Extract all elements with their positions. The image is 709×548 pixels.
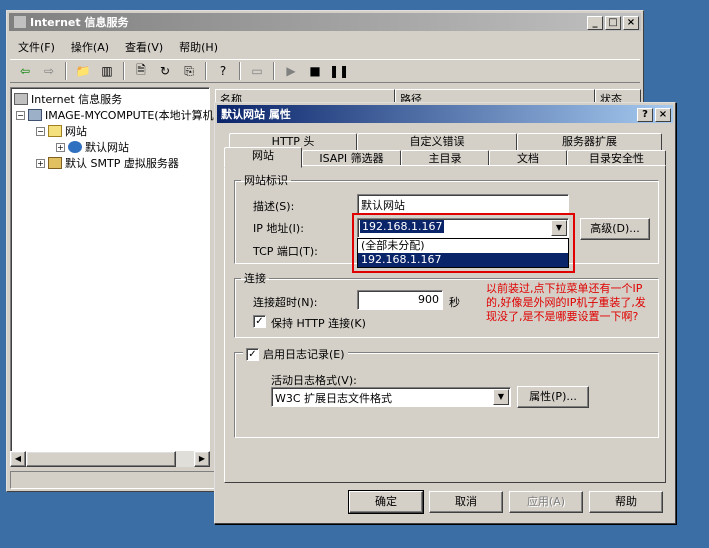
ok-button[interactable]: 确定: [348, 490, 424, 514]
properties-icon[interactable]: 🗎: [130, 61, 152, 81]
stop-icon[interactable]: ■: [304, 61, 326, 81]
desc-input[interactable]: 默认网站: [357, 194, 569, 214]
close-button[interactable]: ×: [623, 16, 639, 30]
pause-icon[interactable]: ❚❚: [328, 61, 350, 81]
log-format-value: W3C 扩展日志文件格式: [275, 392, 393, 405]
tree-sites-folder[interactable]: − 网站: [36, 123, 87, 139]
show-tree-icon[interactable]: ▥: [96, 61, 118, 81]
annotation-text: 以前装过,点下拉菜单还有一个IP的,好像是外网的IP机子重装了,发现没了,是不是…: [486, 282, 646, 323]
expand-icon[interactable]: +: [56, 142, 65, 152]
main-titlebar[interactable]: Internet 信息服务 _ □ ×: [9, 13, 641, 31]
menu-bar: 文件(F) 操作(A) 查看(V) 帮助(H): [10, 37, 640, 55]
scroll-right-icon[interactable]: ▶: [194, 451, 210, 467]
menu-file[interactable]: 文件(F): [10, 37, 63, 55]
expand-icon[interactable]: +: [36, 158, 45, 168]
logging-label: 启用日志记录(E): [263, 348, 345, 361]
log-format-dropdown[interactable]: W3C 扩展日志文件格式 ▼: [271, 387, 511, 407]
up-folder-icon[interactable]: 📁: [72, 61, 94, 81]
help-icon[interactable]: ?: [212, 61, 234, 81]
timeout-label: 连接超时(N):: [253, 296, 318, 309]
mail-server-icon: [48, 157, 62, 169]
menu-view[interactable]: 查看(V): [117, 37, 171, 55]
forward-arrow-icon[interactable]: ⇨: [38, 61, 60, 81]
dialog-title: 默认网站 属性: [221, 108, 291, 121]
computer-icon: [28, 109, 42, 121]
toolbar-separator: [273, 62, 275, 80]
scroll-left-icon[interactable]: ◀: [10, 451, 26, 467]
tree-horizontal-scrollbar[interactable]: ◀ ▶: [10, 451, 210, 467]
tree-default-site[interactable]: + 默认网站: [56, 139, 129, 155]
minimize-button[interactable]: _: [587, 16, 603, 30]
connection-group-label: 连接: [244, 272, 266, 285]
logging-checkbox[interactable]: ✓: [246, 347, 259, 361]
maximize-button[interactable]: □: [605, 16, 621, 30]
refresh-icon[interactable]: ↻: [154, 61, 176, 81]
tab-custom-errors[interactable]: 自定义错误: [357, 133, 517, 151]
cancel-button[interactable]: 取消: [429, 491, 503, 513]
tree-pane[interactable]: Internet 信息服务 − IMAGE-MYCOMPUTE(本地计算机 − …: [10, 87, 214, 467]
log-properties-button[interactable]: 属性(P)...: [517, 386, 589, 408]
tab-website[interactable]: 网站: [224, 147, 302, 168]
ip-label: IP 地址(I):: [253, 222, 304, 235]
dialog-close-button[interactable]: ×: [655, 108, 671, 122]
tab-server-extensions[interactable]: 服务器扩展: [517, 133, 662, 151]
collapse-icon[interactable]: −: [36, 126, 45, 136]
keepalive-label: 保持 HTTP 连接(K): [271, 317, 366, 330]
app-icon: [13, 15, 27, 29]
toolbar-separator: [239, 62, 241, 80]
log-format-label: 活动日志格式(V):: [271, 374, 357, 387]
logging-legend: ✓ 启用日志记录(E): [243, 346, 348, 362]
play-icon[interactable]: ▶: [280, 61, 302, 81]
toolbar-separator: [123, 62, 125, 80]
dropdown-arrow-icon[interactable]: ▼: [493, 389, 509, 405]
back-arrow-icon[interactable]: ⇦: [14, 61, 36, 81]
identity-group-label: 网站标识: [244, 174, 288, 187]
computer-icon[interactable]: ▭: [246, 61, 268, 81]
desc-label: 描述(S):: [253, 200, 295, 213]
scroll-thumb[interactable]: [26, 451, 176, 467]
help-button[interactable]: 帮助: [589, 491, 663, 513]
menu-help[interactable]: 帮助(H): [171, 37, 226, 55]
toolbar: ⇦ ⇨ 📁 ▥ 🗎 ↻ ⎘ ? ▭ ▶ ■ ❚❚: [10, 59, 640, 83]
toolbar-separator: [65, 62, 67, 80]
tcp-port-label: TCP 端口(T):: [253, 245, 318, 258]
dialog-titlebar[interactable]: 默认网站 属性 ? ×: [217, 105, 673, 123]
iis-icon: [14, 93, 28, 105]
tree-computer[interactable]: − IMAGE-MYCOMPUTE(本地计算机: [16, 107, 214, 123]
export-icon[interactable]: ⎘: [178, 61, 200, 81]
globe-icon: [68, 141, 82, 153]
tree-smtp[interactable]: + 默认 SMTP 虚拟服务器: [36, 155, 179, 171]
menu-action[interactable]: 操作(A): [63, 37, 117, 55]
timeout-input[interactable]: 900: [357, 290, 443, 310]
red-callout-box: [352, 213, 575, 273]
keepalive-checkbox[interactable]: ✓: [253, 315, 266, 328]
advanced-button[interactable]: 高级(D)...: [580, 218, 650, 240]
dialog-help-button[interactable]: ?: [637, 108, 653, 122]
collapse-icon[interactable]: −: [16, 110, 25, 120]
folder-icon: [48, 125, 62, 137]
main-title: Internet 信息服务: [30, 16, 129, 29]
tab-panel: 网站标识 描述(S): 默认网站 IP 地址(I): 192.168.1.167…: [224, 165, 666, 483]
toolbar-separator: [205, 62, 207, 80]
tree-root[interactable]: Internet 信息服务: [14, 91, 122, 107]
timeout-unit: 秒: [449, 296, 460, 309]
apply-button[interactable]: 应用(A): [509, 491, 583, 513]
